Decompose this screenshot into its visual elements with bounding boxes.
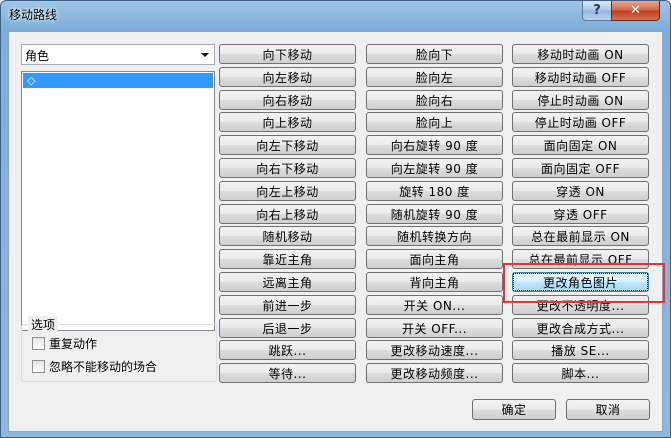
chevron-down-icon[interactable]	[201, 53, 209, 57]
dialog-window: 移动路线 ? ✕ 角色 ◇ 选项 重复动作 忽略不能移动的场合 向下移动向左移动…	[0, 0, 671, 438]
command-button[interactable]: 更改移动频度...	[366, 363, 503, 383]
command-button[interactable]: 更改移动速度...	[366, 340, 503, 360]
command-button[interactable]: 后退一步	[219, 318, 356, 338]
command-button[interactable]: 向左移动	[219, 67, 356, 87]
repeat-checkbox-label: 重复动作	[49, 337, 98, 351]
ignore-checkbox-label: 忽略不能移动的场合	[49, 360, 158, 374]
command-button[interactable]: 向左旋转 90 度	[366, 158, 503, 178]
change-character-graphic-button[interactable]: 更改角色图片	[512, 272, 649, 292]
list-item[interactable]: ◇	[23, 73, 213, 88]
command-button[interactable]: 脸向上	[366, 112, 503, 132]
command-button[interactable]: 跳跃...	[219, 340, 356, 360]
route-listbox[interactable]: ◇	[21, 71, 215, 331]
command-button[interactable]: 总在最前显示 ON	[512, 226, 649, 246]
command-button[interactable]: 播放 SE...	[512, 340, 649, 360]
command-button[interactable]: 移动时动画 ON	[512, 44, 649, 64]
command-button[interactable]: 穿透 ON	[512, 181, 649, 201]
help-button[interactable]: ?	[582, 1, 612, 21]
command-button[interactable]: 穿透 OFF	[512, 204, 649, 224]
command-button[interactable]: 脸向右	[366, 90, 503, 110]
command-button[interactable]: 向右移动	[219, 90, 356, 110]
command-button[interactable]: 更改合成方式...	[512, 318, 649, 338]
command-button[interactable]: 向上移动	[219, 112, 356, 132]
command-button[interactable]: 向右旋转 90 度	[366, 135, 503, 155]
command-button[interactable]: 总在最前显示 OFF	[512, 249, 649, 269]
repeat-checkbox[interactable]	[32, 337, 45, 350]
command-button[interactable]: 远离主角	[219, 272, 356, 292]
command-button[interactable]: 移动时动画 OFF	[512, 67, 649, 87]
ignore-checkbox[interactable]	[32, 360, 45, 373]
close-button[interactable]: ✕	[611, 1, 660, 21]
command-button[interactable]: 向右下移动	[219, 158, 356, 178]
command-button[interactable]: 面向固定 ON	[512, 135, 649, 155]
target-select[interactable]: 角色	[21, 44, 215, 65]
command-button[interactable]: 旋转 180 度	[366, 181, 503, 201]
ok-button[interactable]: 确定	[472, 399, 556, 420]
command-button[interactable]: 开关 OFF...	[366, 318, 503, 338]
target-select-value: 角色	[25, 49, 50, 63]
command-button[interactable]: 随机旋转 90 度	[366, 204, 503, 224]
focus-ring	[513, 273, 648, 291]
command-button[interactable]: 等待...	[219, 363, 356, 383]
command-button[interactable]: 背向主角	[366, 272, 503, 292]
command-button[interactable]: 面向固定 OFF	[512, 158, 649, 178]
cancel-button[interactable]: 取消	[566, 399, 650, 420]
dialog-body: 角色 ◇ 选项 重复动作 忽略不能移动的场合 向下移动 向左移动 向右移动 向上移动向…	[8, 31, 665, 432]
command-button[interactable]: 脸向下	[366, 44, 503, 64]
options-group: 选项 重复动作 忽略不能移动的场合	[21, 316, 217, 382]
command-button[interactable]: 向右上移动	[219, 204, 356, 224]
command-button[interactable]: 更改不透明度...	[512, 295, 649, 315]
command-button[interactable]: 面向主角	[366, 249, 503, 269]
command-button[interactable]: 向左下移动	[219, 135, 356, 155]
command-button[interactable]: 随机移动	[219, 226, 356, 246]
ignore-option[interactable]: 忽略不能移动的场合	[32, 358, 157, 375]
command-button[interactable]: 向下移动	[219, 44, 356, 64]
command-button[interactable]: 随机转换方向	[366, 226, 503, 246]
command-button[interactable]: 前进一步	[219, 295, 356, 315]
command-button[interactable]: 停止时动画 OFF	[512, 112, 649, 132]
command-button[interactable]: 靠近主角	[219, 249, 356, 269]
command-button[interactable]: 开关 ON...	[366, 295, 503, 315]
options-group-title: 选项	[28, 316, 59, 333]
repeat-option[interactable]: 重复动作	[32, 335, 97, 352]
command-button[interactable]: 停止时动画 ON	[512, 90, 649, 110]
title-bar[interactable]: 移动路线 ? ✕	[1, 1, 670, 31]
command-button[interactable]: 脚本...	[512, 363, 649, 383]
window-title: 移动路线	[9, 8, 58, 22]
command-button[interactable]: 向左上移动	[219, 181, 356, 201]
command-button[interactable]: 脸向左	[366, 67, 503, 87]
